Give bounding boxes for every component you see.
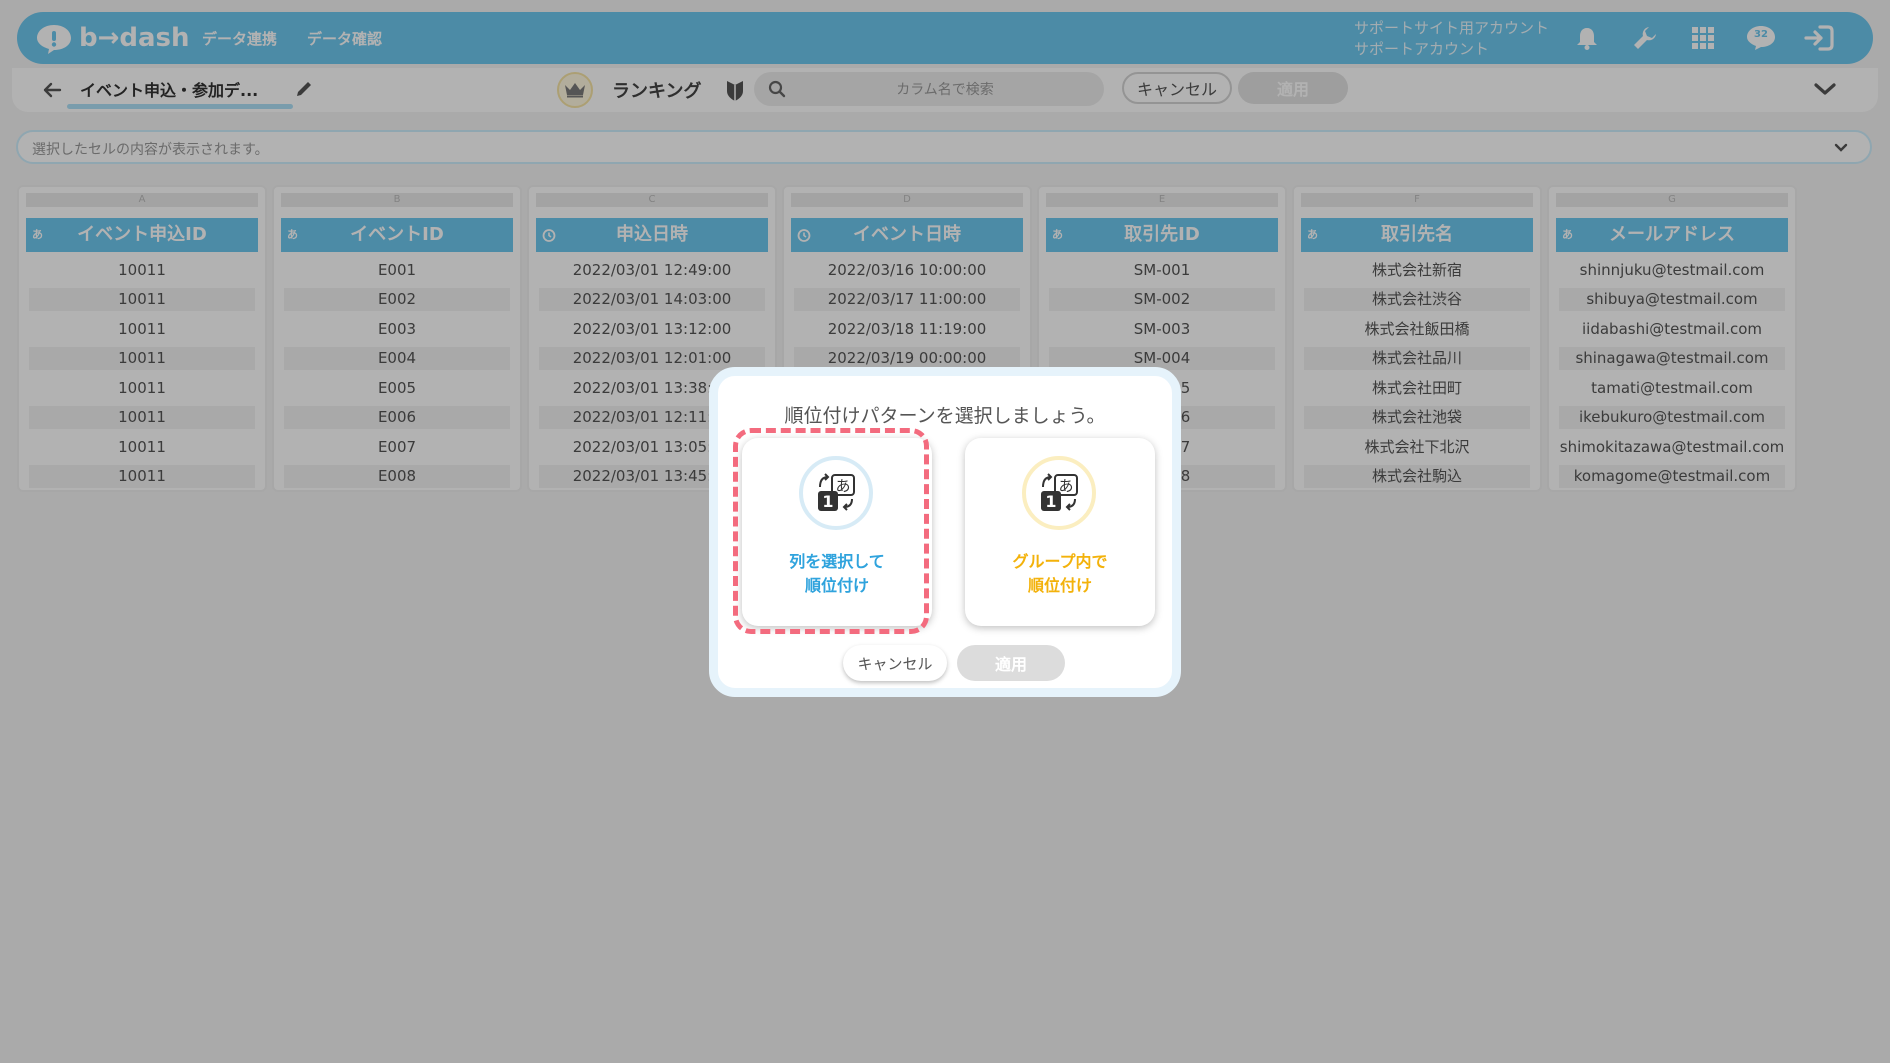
- option-group-ranking[interactable]: あ 1 グループ内で 順位付け: [965, 438, 1155, 626]
- group-ranking-sort-icon: あ 1: [1022, 456, 1096, 530]
- option2-line1: グループ内で: [1012, 552, 1108, 571]
- option2-line2: 順位付け: [1027, 576, 1092, 595]
- option-column-ranking-label: 列を選択して 順位付け: [742, 550, 932, 598]
- dialog-cancel-button[interactable]: キャンセル: [843, 645, 947, 681]
- dialog-title: 順位付けパターンを選択しましょう。: [784, 405, 1106, 427]
- svg-text:あ: あ: [1058, 477, 1073, 495]
- option1-line2: 順位付け: [804, 576, 869, 595]
- app-root: b→dash データ連携 データ確認 サポートサイト用アカウント サポートアカウ…: [0, 0, 1890, 1063]
- option-column-ranking[interactable]: あ 1 列を選択して 順位付け: [742, 438, 932, 626]
- option-group-ranking-label: グループ内で 順位付け: [965, 550, 1155, 598]
- svg-text:1: 1: [1045, 492, 1056, 511]
- dialog-apply-button[interactable]: 適用: [957, 645, 1065, 681]
- svg-text:あ: あ: [835, 477, 850, 495]
- ranking-pattern-dialog: 順位付けパターンを選択しましょう。 あ 1 列を選択して 順位付け あ 1 グル…: [709, 367, 1181, 697]
- option1-line1: 列を選択して: [789, 552, 885, 571]
- ranking-sort-icon: あ 1: [799, 456, 873, 530]
- svg-text:1: 1: [822, 492, 833, 511]
